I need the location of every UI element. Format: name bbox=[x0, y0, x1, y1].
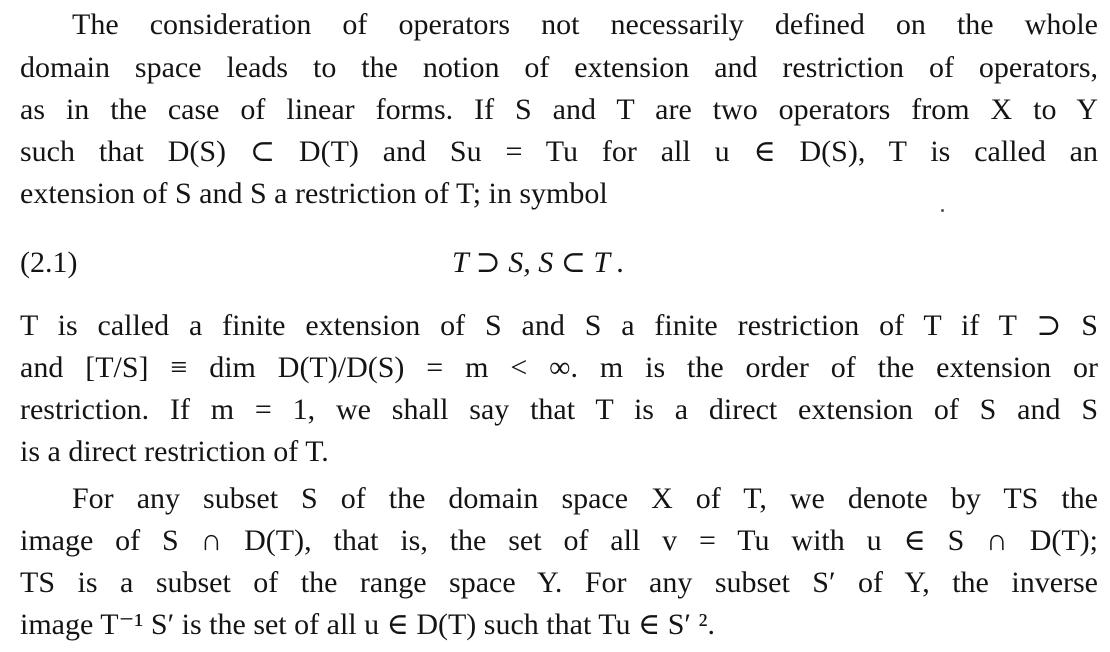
paragraph-2-line-4: is a direct restriction of T. bbox=[20, 435, 329, 468]
paragraph-1-line-1: The consideration of operators not neces… bbox=[72, 8, 1098, 41]
paragraph-2-line-3: restriction. If m = 1, we shall say that… bbox=[20, 393, 1098, 426]
document-page: The consideration of operators not neces… bbox=[0, 0, 1110, 652]
paragraph-2-line-2: and [T/S] ≡ dim D(T)/D(S) = m < ∞. m is … bbox=[20, 351, 1098, 384]
stray-ink-dot bbox=[941, 209, 944, 212]
paragraph-3-line-2: image of S ∩ D(T), that is, the set of a… bbox=[20, 524, 1098, 557]
equation-number: (2.1) bbox=[20, 246, 78, 279]
paragraph-1-line-4: such that D(S) ⊂ D(T) and Su = Tu for al… bbox=[20, 135, 1098, 168]
equation-formula: T ⊃ S, S ⊂ T . bbox=[452, 246, 625, 279]
paragraph-3-line-1: For any subset S of the domain space X o… bbox=[72, 482, 1098, 515]
paragraph-1-line-5: extension of S and S a restriction of T;… bbox=[20, 177, 608, 210]
paragraph-2-line-1: T is called a finite extension of S and … bbox=[20, 309, 1098, 342]
paragraph-1-line-3: as in the case of linear forms. If S and… bbox=[20, 93, 1098, 126]
paragraph-3-line-4: image T⁻¹ S′ is the set of all u ∈ D(T) … bbox=[20, 608, 715, 641]
paragraph-3-line-3: TS is a subset of the range space Y. For… bbox=[20, 566, 1098, 599]
paragraph-1-line-2: domain space leads to the notion of exte… bbox=[20, 51, 1098, 84]
